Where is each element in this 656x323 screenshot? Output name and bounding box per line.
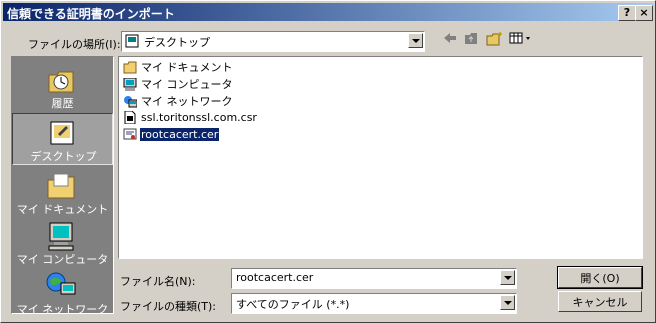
new-folder-icon[interactable] — [486, 31, 504, 49]
places-item-history[interactable]: 履歴 — [12, 61, 113, 113]
file-list[interactable]: マイ ドキュメント マイ コンピュータ マイ ネットワーク ssl.torito… — [118, 56, 643, 259]
network-icon — [124, 95, 137, 107]
lookin-label: ファイルの場所(I): — [28, 38, 121, 51]
file-open-dialog: 信頼できる証明書のインポート ? × ファイルの場所(I): デスクトップ 履歴 — [0, 0, 656, 323]
filetype-label: ファイルの種類(T): — [120, 300, 217, 313]
lookin-value: デスクトップ — [144, 36, 210, 49]
filetype-select[interactable]: すべてのファイル (*.*) — [231, 293, 517, 314]
back-arrow-icon[interactable] — [441, 31, 459, 49]
places-label: 履歴 — [51, 97, 74, 110]
places-item-my-computer[interactable]: マイ コンピュータ — [12, 217, 113, 269]
chevron-down-icon[interactable] — [500, 295, 515, 310]
open-button[interactable]: 開く(O) — [557, 266, 643, 289]
filetype-value: すべてのファイル (*.*) — [236, 298, 350, 311]
list-item[interactable]: マイ ネットワーク — [123, 93, 234, 108]
history-icon — [48, 71, 74, 93]
desktop-small-icon — [125, 34, 139, 48]
certificate-icon — [123, 128, 137, 139]
filename-label: ファイル名(N): — [120, 275, 196, 288]
window-title: 信頼できる証明書のインポート — [7, 7, 175, 21]
my-documents-icon — [47, 173, 75, 199]
places-item-my-documents[interactable]: マイ ドキュメント — [12, 167, 113, 219]
list-item[interactable]: マイ ドキュメント — [123, 59, 234, 74]
list-item[interactable]: rootcacert.cer — [123, 126, 221, 142]
places-label: マイ ドキュメント — [16, 203, 109, 216]
chevron-down-icon[interactable] — [500, 270, 515, 285]
desktop-icon — [50, 121, 74, 145]
chevron-down-icon[interactable] — [408, 33, 423, 48]
title-bar[interactable]: 信頼できる証明書のインポート ? × — [3, 3, 653, 21]
file-icon — [124, 110, 136, 124]
list-item[interactable]: ssl.toritonssl.com.csr — [123, 110, 258, 125]
places-label: マイ コンピュータ — [16, 253, 109, 266]
view-menu-icon[interactable] — [509, 31, 533, 49]
lookin-combo[interactable]: デスクトップ — [121, 31, 425, 52]
places-item-my-network[interactable]: マイ ネットワーク — [12, 267, 113, 314]
help-button[interactable]: ? — [618, 5, 636, 21]
places-label: マイ ネットワーク — [16, 303, 109, 314]
computer-icon — [123, 77, 137, 91]
filename-value: rootcacert.cer — [236, 271, 314, 284]
places-label: デスクトップ — [30, 150, 97, 163]
close-button[interactable]: × — [635, 5, 653, 21]
my-computer-icon — [48, 222, 74, 251]
my-network-icon — [46, 272, 76, 295]
cancel-button[interactable]: キャンセル — [558, 291, 642, 312]
filename-input[interactable]: rootcacert.cer — [231, 268, 517, 289]
list-item[interactable]: マイ コンピュータ — [123, 76, 234, 91]
folder-icon — [123, 61, 137, 73]
places-bar: 履歴 デスクトップ マイ ドキュメント マイ コンピュータ マイ ネットワーク — [11, 56, 114, 314]
places-item-desktop[interactable]: デスクトップ — [12, 113, 113, 165]
up-folder-icon[interactable] — [463, 31, 481, 49]
